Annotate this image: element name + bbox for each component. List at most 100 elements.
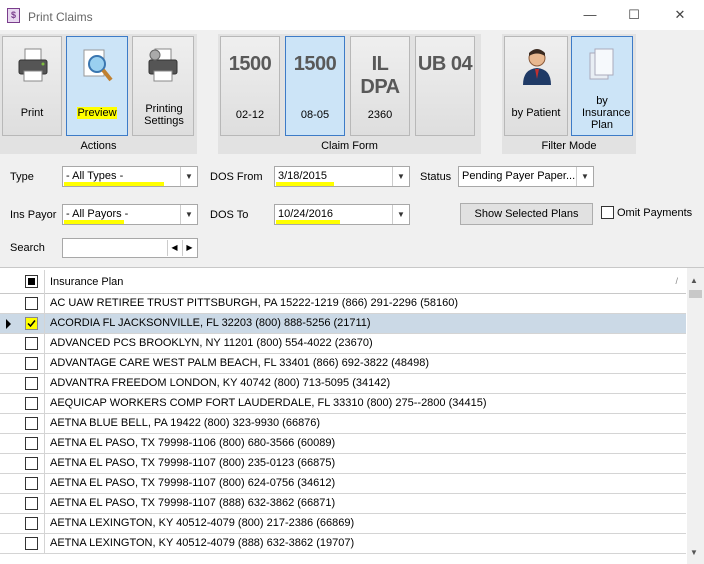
table-row[interactable]: AETNA LEXINGTON, KY 40512-4079 (888) 632…: [0, 534, 686, 554]
insurance-plan-cell: AETNA BLUE BELL, PA 19422 (800) 323-9930…: [50, 417, 321, 429]
dos-to-label: DOS To: [210, 209, 249, 221]
insurance-plan-cell: AEQUICAP WORKERS COMP FORT LAUDERDALE, F…: [50, 397, 487, 409]
status-label: Status: [420, 171, 452, 183]
title-bar: $ Print Claims — ☐ ✕: [0, 0, 704, 30]
chevron-down-icon[interactable]: ▼: [576, 167, 593, 186]
insurance-plan-cell: AETNA EL PASO, TX 79998-1107 (800) 624-0…: [50, 477, 336, 489]
insurance-plan-cell: AETNA EL PASO, TX 79998-1106 (800) 680-3…: [50, 437, 336, 449]
scroll-down-icon[interactable]: ▼: [690, 548, 698, 557]
actions-group: Print Preview Printing Settings Actions: [0, 34, 197, 154]
table-row[interactable]: AETNA LEXINGTON, KY 40512-4079 (800) 217…: [0, 514, 686, 534]
form-version: 2360: [367, 109, 393, 121]
dos-from-value: 3/18/2015: [278, 170, 327, 182]
status-select[interactable]: Pending Payer Paper... ▼: [458, 166, 594, 187]
form-version: 08-05: [300, 109, 330, 121]
column-divider: [44, 434, 45, 454]
claim-form-group: 1500 02-12 1500 08-05 IL DPA 2360 UB 04 …: [218, 34, 481, 154]
preview-button[interactable]: Preview: [66, 36, 128, 136]
insurance-plan-cell: ACORDIA FL JACKSONVILLE, FL 32203 (800) …: [50, 317, 371, 329]
magnifier-icon: [83, 49, 113, 82]
row-checkbox[interactable]: [25, 437, 38, 450]
status-value: Pending Payer Paper...: [462, 170, 576, 182]
insurance-plan-cell: AETNA LEXINGTON, KY 40512-4079 (888) 632…: [50, 537, 355, 549]
insurance-plan-header[interactable]: Insurance Plan: [50, 276, 123, 288]
chevron-down-icon[interactable]: ▼: [180, 205, 197, 224]
claim-form-1500-0805[interactable]: 1500 08-05: [285, 36, 345, 136]
row-checkbox[interactable]: [25, 537, 38, 550]
chevron-down-icon[interactable]: ▼: [392, 167, 409, 186]
claim-form-il-dpa-2360[interactable]: IL DPA 2360: [350, 36, 410, 136]
row-checkbox[interactable]: [25, 357, 38, 370]
sort-icon[interactable]: /: [675, 276, 678, 286]
search-input[interactable]: ◀ ▶: [62, 238, 198, 258]
chevron-left-icon[interactable]: ◀: [167, 240, 181, 256]
insurance-plan-cell: ADVANTAGE CARE WEST PALM BEACH, FL 33401…: [50, 357, 430, 369]
by-insurance-plan-button[interactable]: by Insurance Plan: [571, 36, 633, 136]
table-row[interactable]: AETNA EL PASO, TX 79998-1107 (800) 235-0…: [0, 454, 686, 474]
person-icon: [523, 49, 551, 85]
type-label: Type: [10, 171, 34, 183]
close-button[interactable]: ✕: [670, 6, 690, 24]
filter-mode-group-label: Filter Mode: [541, 140, 597, 152]
print-label: Print: [20, 107, 44, 119]
chevron-down-icon[interactable]: ▼: [180, 167, 197, 186]
chevron-right-icon[interactable]: ▶: [182, 240, 196, 256]
claim-form-ub04[interactable]: UB 04: [415, 36, 475, 136]
table-row-selected[interactable]: ACORDIA FL JACKSONVILLE, FL 32203 (800) …: [0, 314, 686, 334]
by-patient-button[interactable]: by Patient: [504, 36, 568, 136]
row-checkbox[interactable]: [25, 377, 38, 390]
scroll-up-icon[interactable]: ▲: [690, 276, 698, 285]
table-row[interactable]: ADVANTRA FREEDOM LONDON, KY 40742 (800) …: [0, 374, 686, 394]
table-row[interactable]: ADVANCED PCS BROOKLYN, NY 11201 (800) 55…: [0, 334, 686, 354]
app-icon: $: [7, 8, 20, 23]
omit-payments-label: Omit Payments: [617, 207, 693, 219]
form-code: IL DPA: [360, 53, 400, 98]
ins-payor-label: Ins Payor: [10, 209, 57, 221]
table-row[interactable]: AEQUICAP WORKERS COMP FORT LAUDERDALE, F…: [0, 394, 686, 414]
insurance-plan-cell: AETNA EL PASO, TX 79998-1107 (800) 235-0…: [50, 457, 336, 469]
column-divider: [44, 414, 45, 434]
column-divider: [44, 270, 45, 294]
claim-form-group-label: Claim Form: [321, 140, 378, 152]
minimize-button[interactable]: —: [580, 6, 600, 24]
printing-settings-button[interactable]: Printing Settings: [132, 36, 194, 136]
window-title: Print Claims: [28, 10, 93, 24]
row-checkbox[interactable]: [25, 297, 38, 310]
printer-settings-icon: [148, 48, 178, 82]
row-checkbox[interactable]: [25, 477, 38, 490]
row-checkbox[interactable]: [25, 497, 38, 510]
row-checkbox[interactable]: [25, 417, 38, 430]
row-checkbox[interactable]: [25, 337, 38, 350]
form-code: UB 04: [417, 53, 473, 75]
vertical-scrollbar[interactable]: ▲ ▼: [687, 268, 704, 564]
print-button[interactable]: Print: [2, 36, 62, 136]
select-all-checkbox[interactable]: [25, 275, 38, 288]
table-row[interactable]: AETNA EL PASO, TX 79998-1107 (800) 624-0…: [0, 474, 686, 494]
scrollbar-thumb[interactable]: [689, 290, 702, 298]
by-patient-label: by Patient: [511, 107, 561, 119]
column-divider: [44, 294, 45, 314]
row-checkbox[interactable]: [25, 517, 38, 530]
chevron-down-icon[interactable]: ▼: [392, 205, 409, 224]
table-row[interactable]: AETNA BLUE BELL, PA 19422 (800) 323-9930…: [0, 414, 686, 434]
column-divider: [44, 514, 45, 534]
table-row[interactable]: ADVANTAGE CARE WEST PALM BEACH, FL 33401…: [0, 354, 686, 374]
column-divider: [44, 394, 45, 414]
show-selected-plans-button[interactable]: Show Selected Plans: [460, 203, 593, 225]
row-checkbox-checked[interactable]: [25, 317, 38, 330]
preview-label: Preview: [77, 107, 117, 119]
insurance-plan-cell: ADVANTRA FREEDOM LONDON, KY 40742 (800) …: [50, 377, 391, 389]
insurance-plan-cell: AETNA LEXINGTON, KY 40512-4079 (800) 217…: [50, 517, 355, 529]
table-row[interactable]: AETNA EL PASO, TX 79998-1107 (888) 632-3…: [0, 494, 686, 514]
claim-form-1500-0212[interactable]: 1500 02-12: [220, 36, 280, 136]
dos-from-label: DOS From: [210, 171, 263, 183]
table-row[interactable]: AC UAW RETIREE TRUST PITTSBURGH, PA 1522…: [0, 294, 686, 314]
row-checkbox[interactable]: [25, 457, 38, 470]
insurance-plan-cell: AETNA EL PASO, TX 79998-1107 (888) 632-3…: [50, 497, 336, 509]
row-checkbox[interactable]: [25, 397, 38, 410]
omit-payments-checkbox[interactable]: [601, 206, 614, 219]
ins-payor-value: - All Payors -: [66, 208, 129, 220]
maximize-button[interactable]: ☐: [624, 6, 644, 24]
table-row[interactable]: AETNA EL PASO, TX 79998-1106 (800) 680-3…: [0, 434, 686, 454]
column-divider: [44, 354, 45, 374]
